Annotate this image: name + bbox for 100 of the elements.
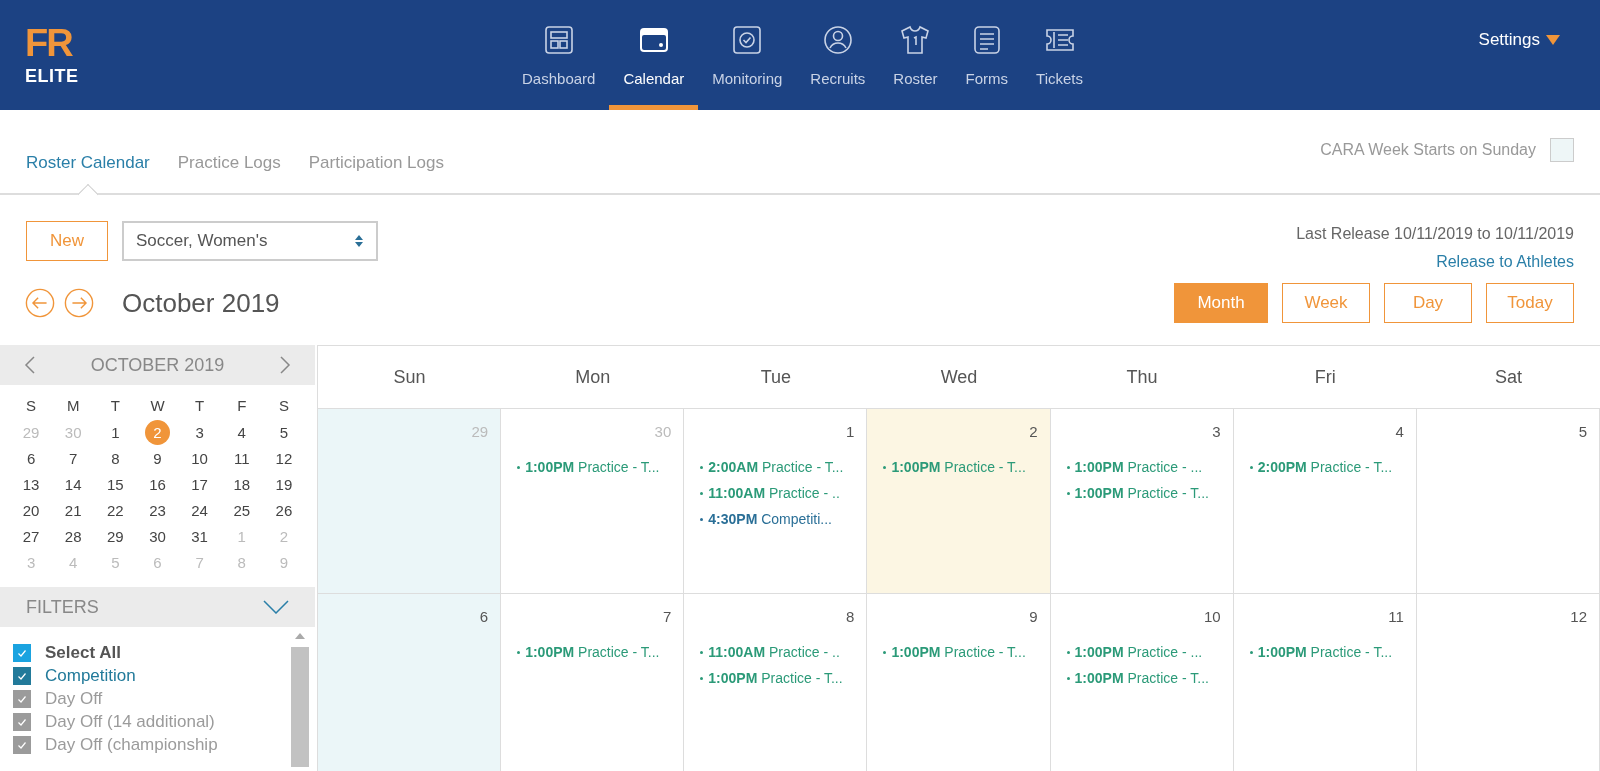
dropdown-caret-icon [1546, 35, 1560, 45]
sport-select[interactable]: Soccer, Women's [122, 221, 378, 261]
day-cell[interactable]: 6 [318, 594, 502, 771]
nav-tab[interactable]: Forms [951, 0, 1023, 110]
day-cell[interactable]: 3 1:00PM Practice - ... 1:00PM Practice - T... [1050, 409, 1234, 593]
mini-calendar-day[interactable]: 11 [229, 445, 255, 471]
mini-calendar-day[interactable]: 23 [145, 497, 170, 523]
event-entry[interactable]: 2:00PM Practice - T... [1257, 459, 1393, 475]
weekday-header: Thu [1125, 365, 1159, 389]
day-number: 30 [654, 423, 672, 440]
mini-calendar-day[interactable]: 30 [145, 523, 170, 549]
mini-calendar-day[interactable]: 31 [187, 523, 213, 549]
mini-calendar-day[interactable]: 4 [229, 419, 255, 445]
event-entry[interactable]: 1:00PM Practice - T... [525, 459, 660, 475]
day-number: 8 [846, 608, 855, 625]
chevron-down-icon[interactable] [263, 600, 289, 614]
event-entry[interactable]: 2:00AM Practice - T... [708, 459, 844, 475]
mini-calendar-day[interactable]: 6 [18, 445, 44, 471]
mini-calendar-day[interactable]: 13 [18, 471, 44, 497]
logo-name: ELITE [25, 65, 80, 87]
mini-calendar-day[interactable]: 26 [271, 497, 297, 523]
sort-arrows-icon [354, 234, 364, 248]
event-entry[interactable]: 11:00AM Practice - .. [708, 644, 840, 660]
scroll-up-icon[interactable] [295, 633, 305, 639]
mini-calendar-day[interactable]: 16 [145, 471, 170, 497]
person-icon [821, 24, 854, 56]
bullet-icon [1066, 650, 1070, 654]
release-link[interactable]: Release to Athletes [1436, 253, 1574, 271]
day-number: 5 [1578, 423, 1587, 440]
day-cell[interactable]: 7 1:00PM Practice - T... [501, 594, 685, 771]
bullet-icon [517, 465, 521, 469]
nav-tab[interactable]: Roster [879, 0, 952, 110]
filter-checkbox[interactable] [13, 643, 31, 662]
event-entry[interactable]: 1:00PM Practice - T... [1257, 644, 1393, 660]
weekday-header: Mon [574, 365, 612, 389]
week-start-checkbox[interactable] [1550, 138, 1574, 162]
day-cell[interactable]: 30 1:00PM Practice - T... [501, 409, 685, 593]
weekday-letter: T [109, 396, 121, 416]
mini-calendar-day[interactable]: 27 [18, 523, 44, 549]
filter-checkbox[interactable] [13, 689, 31, 708]
filter-label[interactable]: Competition [45, 665, 136, 686]
nav-tab[interactable]: Dashboard [508, 0, 610, 110]
day-cell[interactable]: 2 1:00PM Practice - T... [867, 409, 1051, 593]
event-entry[interactable]: 1:00PM Practice - T... [525, 644, 660, 660]
mini-calendar-day[interactable]: 9 [145, 445, 170, 471]
event-entry[interactable]: 1:00PM Practice - T... [891, 459, 1026, 475]
day-cell[interactable]: 5 [1416, 409, 1600, 593]
mini-calendar-day[interactable]: 5 [271, 419, 297, 445]
mini-calendar-day[interactable]: 14 [60, 471, 86, 497]
mini-calendar-day[interactable]: 8 [102, 445, 128, 471]
day-number: 29 [471, 423, 489, 440]
mini-calendar-day[interactable]: 10 [187, 445, 213, 471]
nav-tab[interactable]: Tickets [1022, 0, 1097, 110]
mini-calendar-day[interactable]: 19 [271, 471, 297, 497]
mini-calendar-day[interactable]: 22 [102, 497, 128, 523]
event-entry[interactable]: 1:00PM Practice - ... [1074, 644, 1203, 660]
weekday-letter: F [236, 396, 248, 416]
mini-calendar-day[interactable]: 25 [229, 497, 255, 523]
mini-calendar-day[interactable]: 18 [229, 471, 255, 497]
day-cell[interactable]: 10 1:00PM Practice - ... 1:00PM Practice - T... [1050, 594, 1234, 771]
mini-calendar-day[interactable]: 29 [102, 523, 128, 549]
event-entry[interactable]: 1:00PM Practice - T... [1074, 670, 1209, 686]
next-month-icon[interactable] [279, 355, 291, 375]
mini-calendar-day[interactable]: 7 [60, 445, 86, 471]
event-entry[interactable]: 1:00PM Practice - T... [708, 670, 843, 686]
event-entry[interactable]: 4:30PM Competiti... [708, 511, 832, 527]
settings-menu[interactable]: Settings [1440, 30, 1600, 50]
bullet-icon [883, 650, 887, 654]
mini-calendar-day[interactable]: 15 [102, 471, 128, 497]
event-entry[interactable]: 11:00AM Practice - .. [708, 485, 840, 501]
mini-calendar-day[interactable]: 20 [18, 497, 44, 523]
bullet-icon [1249, 650, 1253, 654]
mini-calendar-day[interactable]: 21 [60, 497, 86, 523]
event-entry[interactable]: 1:00PM Practice - ... [1074, 459, 1203, 475]
filter-label[interactable]: Select All [45, 642, 121, 663]
logo-mark[interactable]: FR [25, 23, 145, 62]
nav-tab[interactable]: Monitoring [698, 0, 797, 110]
week-start-label: CARA Week Starts on Sunday [1320, 141, 1536, 159]
filter-checkbox[interactable] [13, 712, 31, 731]
previous-month-icon[interactable] [24, 355, 36, 375]
mini-calendar-day[interactable]: 1 [102, 419, 128, 445]
mini-calendar-day[interactable]: 28 [60, 523, 86, 549]
day-cell[interactable]: 12 [1416, 594, 1600, 771]
nav-tab[interactable]: Recruits [796, 0, 880, 110]
mini-calendar-day[interactable]: 17 [187, 471, 213, 497]
day-cell[interactable]: 9 1:00PM Practice - T... [867, 594, 1051, 771]
bullet-icon [700, 650, 704, 654]
event-entry[interactable]: 1:00PM Practice - T... [1074, 485, 1209, 501]
filter-checkbox[interactable] [13, 666, 31, 685]
mini-calendar-day[interactable]: 12 [271, 445, 297, 471]
event-entry[interactable]: 1:00PM Practice - T... [891, 644, 1026, 660]
weekday-letter: M [65, 396, 81, 416]
mini-calendar-day[interactable]: 3 [187, 419, 213, 445]
nav-tab[interactable]: Calendar [609, 0, 699, 110]
day-number: 2 [1029, 423, 1038, 440]
mini-calendar-day[interactable]: 24 [187, 497, 213, 523]
day-cell[interactable]: 11 1:00PM Practice - T... [1233, 594, 1417, 771]
filter-checkbox[interactable] [13, 735, 31, 754]
day-cell[interactable]: 4 2:00PM Practice - T... [1233, 409, 1417, 593]
day-cell[interactable]: 8 11:00AM Practice - .. 1:00PM Practice - T... [684, 594, 868, 771]
